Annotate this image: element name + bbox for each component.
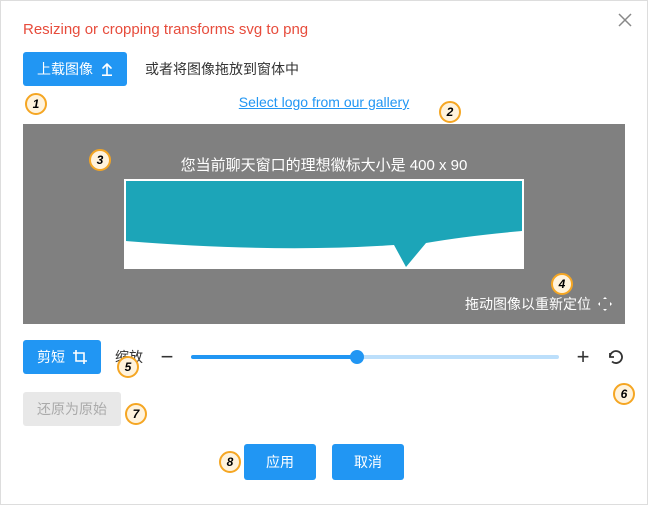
move-icon: [597, 296, 613, 312]
crop-icon: [73, 350, 87, 364]
zoom-slider[interactable]: [191, 355, 559, 359]
gallery-link[interactable]: Select logo from our gallery: [239, 94, 409, 110]
zoom-out-button[interactable]: −: [157, 344, 177, 370]
zoom-slider-thumb[interactable]: [350, 350, 364, 364]
upload-icon: [101, 62, 113, 76]
crop-button-label: 剪短: [37, 347, 65, 367]
svg-png-warning: Resizing or cropping transforms svg to p…: [23, 21, 625, 38]
zoom-label: 缩放: [115, 347, 143, 367]
crop-button[interactable]: 剪短: [23, 340, 101, 374]
apply-button[interactable]: 应用: [244, 444, 316, 480]
close-icon[interactable]: [617, 11, 633, 34]
ideal-size-text: 您当前聊天窗口的理想徽标大小是 400 x 90: [181, 154, 468, 175]
image-edit-dialog: Resizing or cropping transforms svg to p…: [0, 0, 648, 505]
drag-hint-text: 或者将图像拖放到窗体中: [145, 59, 299, 79]
upload-image-button[interactable]: 上载图像: [23, 52, 127, 86]
gallery-row: Select logo from our gallery: [23, 94, 625, 110]
logo-preview-image: [126, 181, 522, 267]
restore-original-button: 还原为原始: [23, 392, 121, 426]
image-preview-area[interactable]: 您当前聊天窗口的理想徽标大小是 400 x 90 拖动图像以重新定位: [23, 124, 625, 324]
reposition-text: 拖动图像以重新定位: [465, 294, 591, 314]
cancel-button[interactable]: 取消: [332, 444, 404, 480]
upload-button-label: 上载图像: [37, 59, 93, 79]
action-row: 应用 取消: [23, 444, 625, 480]
restore-row: 还原为原始: [23, 392, 625, 426]
logo-crop-frame[interactable]: [124, 179, 524, 269]
zoom-control: 缩放 − +: [115, 344, 593, 370]
upload-row: 上载图像 或者将图像拖放到窗体中: [23, 52, 625, 86]
reposition-hint: 拖动图像以重新定位: [465, 294, 613, 314]
controls-row: 剪短 缩放 − +: [23, 340, 625, 374]
zoom-in-button[interactable]: +: [573, 344, 593, 370]
undo-icon[interactable]: [607, 348, 625, 366]
